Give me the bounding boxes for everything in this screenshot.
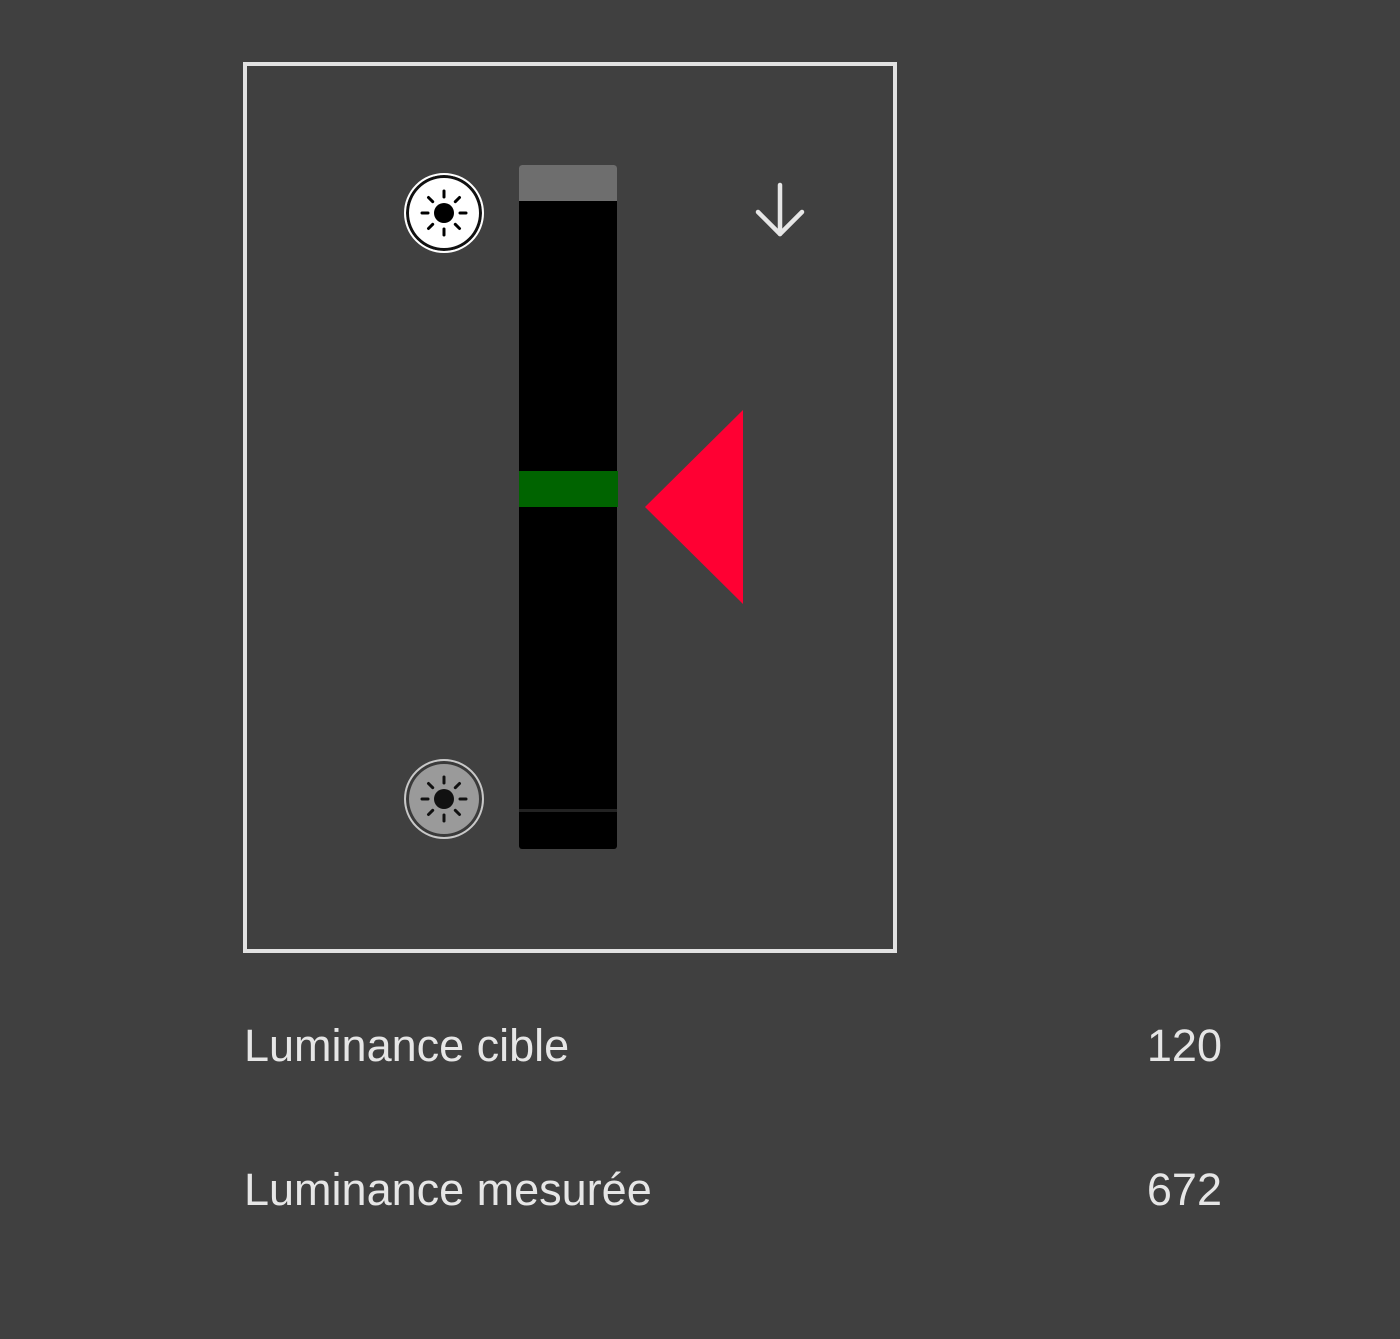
target-luminance-marker <box>519 471 618 507</box>
brightness-low-icon <box>420 775 468 823</box>
measured-luminance-label: Luminance mesurée <box>244 1164 652 1215</box>
brightness-high-icon <box>420 189 468 237</box>
target-luminance-row: Luminance cible 120 <box>244 1016 1222 1076</box>
brightness-down-button[interactable] <box>404 759 484 839</box>
triangle-pointer-left-icon <box>645 410 743 604</box>
measured-luminance-value: 672 <box>1146 1164 1222 1215</box>
meter-top-cap <box>519 165 617 201</box>
target-luminance-label: Luminance cible <box>244 1020 570 1071</box>
meter-divider <box>519 809 617 812</box>
brightness-up-button[interactable] <box>404 173 484 253</box>
target-luminance-value: 120 <box>1146 1020 1222 1071</box>
measured-luminance-row: Luminance mesurée 672 <box>244 1160 1222 1220</box>
luminance-meter-track <box>519 165 617 849</box>
arrow-down-icon[interactable] <box>750 182 810 240</box>
